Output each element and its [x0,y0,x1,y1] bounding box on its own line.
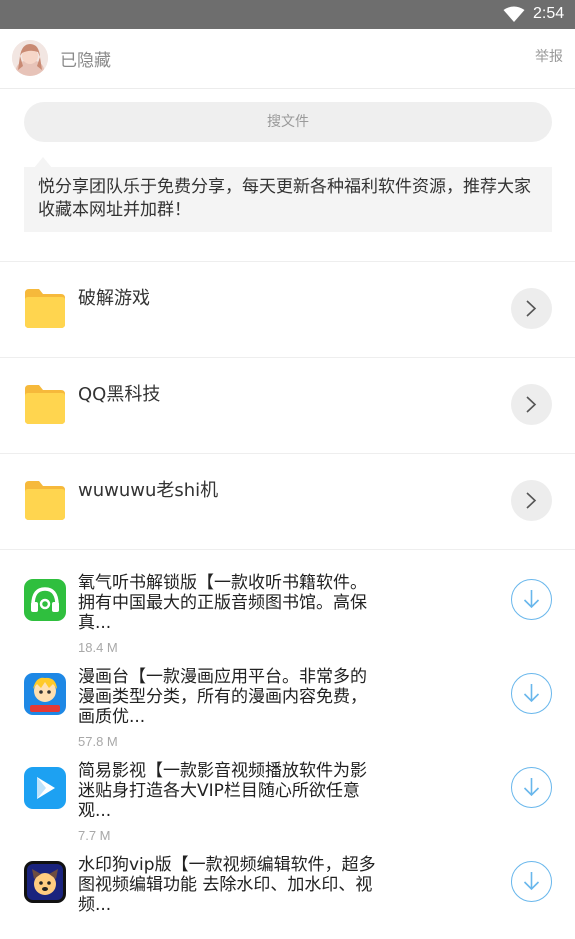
folder-name: wuwuwu老shi机 [78,480,219,501]
file-title: 简易影视【一款影音视频播放软件为影迷贴身打造各大VIP栏目随心所欲任意观... [78,761,367,821]
download-icon[interactable] [511,767,552,808]
folder-icon [25,481,65,520]
folder-item[interactable]: QQ黑科技 [0,357,575,453]
file-item[interactable]: 氧气听书解锁版【一款收听书籍软件。拥有中国最大的正版音频图书馆。高保真... 1… [0,563,575,657]
uploader-header: 已隐藏 举报 [0,29,575,89]
status-time: 2:54 [533,5,565,22]
play-app-icon [24,767,66,809]
folder-item[interactable]: wuwuwu老shi机 [0,453,575,549]
file-item[interactable]: 水印狗vip版【一款视频编辑软件，超多图视频编辑功能 去除水印、加水印、视频..… [0,845,575,939]
chevron-right-icon[interactable] [511,288,552,329]
watermark-dog-app-icon [24,861,66,903]
file-size: 18.4 M [78,640,118,655]
notice-message: 悦分享团队乐于免费分享，每天更新各种福利软件资源，推荐大家收藏本网址并加群！ [24,167,552,232]
file-size: 57.8 M [78,734,118,749]
chevron-right-icon[interactable] [511,480,552,521]
file-title: 氧气听书解锁版【一款收听书籍软件。拥有中国最大的正版音频图书馆。高保真... [78,573,367,633]
file-item[interactable]: 漫画台【一款漫画应用平台。非常多的漫画类型分类，所有的漫画内容免费，画质优...… [0,657,575,751]
manga-app-icon [24,673,66,715]
download-icon[interactable] [511,861,552,902]
folder-name: QQ黑科技 [78,384,161,405]
file-item[interactable]: 简易影视【一款影音视频播放软件为影迷贴身打造各大VIP栏目随心所欲任意观... … [0,751,575,845]
wifi-icon [503,6,525,22]
user-avatar[interactable] [12,40,48,76]
file-title: 水印狗vip版【一款视频编辑软件，超多图视频编辑功能 去除水印、加水印、视频..… [78,855,376,915]
folder-icon [25,289,65,328]
file-title: 漫画台【一款漫画应用平台。非常多的漫画类型分类，所有的漫画内容免费，画质优... [78,667,367,727]
search-input[interactable]: 搜文件 [24,102,552,142]
download-icon[interactable] [511,673,552,714]
file-size: 7.7 M [78,828,111,843]
divider [0,549,575,550]
folder-name: 破解游戏 [78,288,150,309]
folder-icon [25,385,65,424]
folder-item[interactable]: 破解游戏 [0,261,575,357]
report-button[interactable]: 举报 [535,46,563,66]
chevron-right-icon[interactable] [511,384,552,425]
headphones-app-icon [24,579,66,621]
status-bar: 2:54 [0,0,575,29]
uploader-name: 已隐藏 [60,51,111,71]
download-icon[interactable] [511,579,552,620]
